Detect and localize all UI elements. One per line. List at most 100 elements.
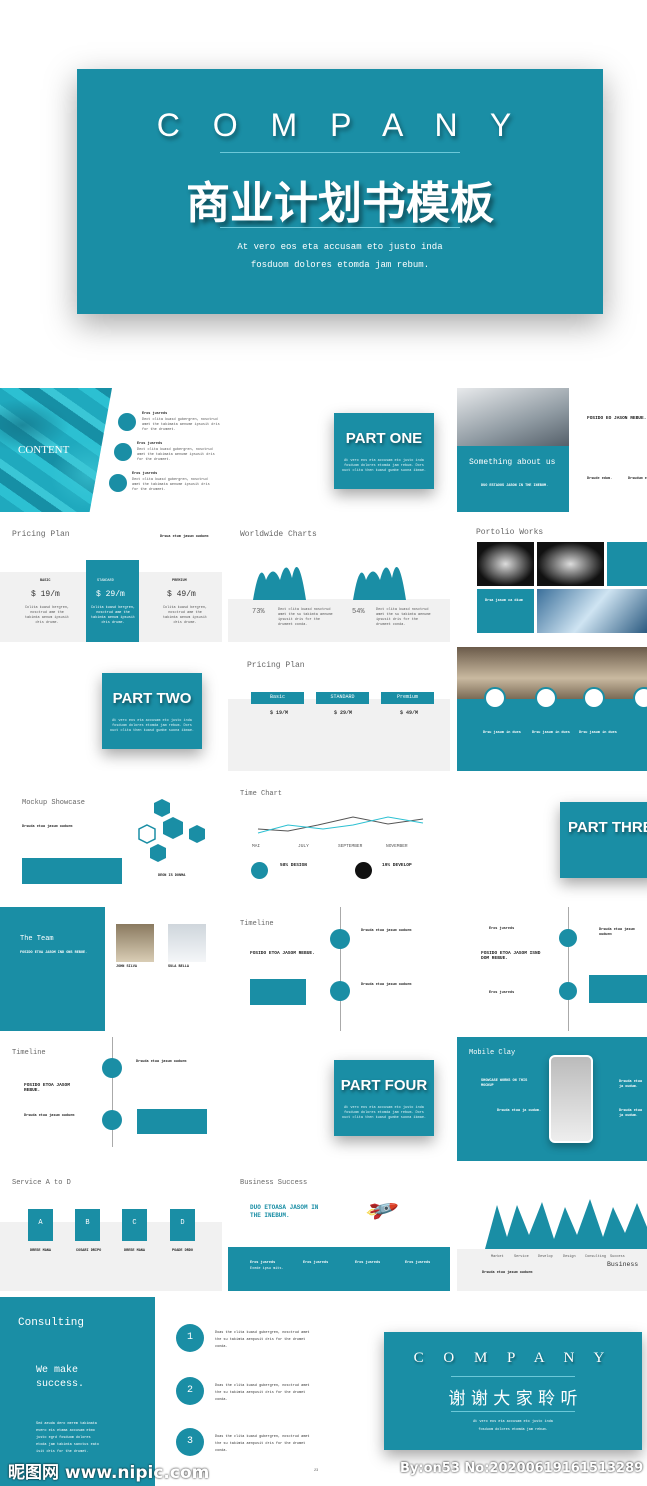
thanks-subtitle: 谢 谢 大 家 聆 听 [448, 1389, 578, 1409]
axis-label: Market [491, 1255, 504, 1259]
plan-header: STANDARD [316, 692, 369, 704]
timeline-item: Drsuda etua jasum ouduem [136, 1060, 187, 1064]
timeline1-title: Timeline [240, 920, 274, 928]
slide-portfolio[interactable]: Portolio Works Drsa jasum ca dium [457, 518, 647, 642]
month-label: NOVEMBER [386, 844, 408, 849]
thanks-line2: fosduom dolores etomda jam rebum. [478, 1428, 548, 1432]
team-sub: FOSIDO ETOA JASOM IND ONS REBUE. [20, 951, 88, 955]
step-text: Doas the clita kuasd gubergren, nosctrud… [215, 1331, 310, 1349]
plan-price: $ 49/M [400, 710, 419, 716]
team-title: The Team [20, 935, 54, 943]
plan-price: $ 19/M [270, 710, 289, 716]
content-text: Dect clita kuasd gubergren, nosctrud ame… [132, 478, 210, 492]
mockup-sub: Drsuda etua jasum ouduem [22, 825, 73, 829]
member-name: SULA BELLA [168, 965, 190, 969]
axis-label: Service [514, 1255, 529, 1259]
plan-header: Premium [381, 692, 434, 704]
slide-worldwide[interactable]: Worldwide Charts 73% Dect clita kuasd no… [228, 518, 450, 642]
phone-mockup [549, 1055, 593, 1143]
timeline-item: Drsuda etua jasum ouduem [24, 1114, 75, 1118]
slide-timeline-2[interactable]: Eros jusreds FOSIDO ETOA JASOM ISND DOM … [457, 907, 647, 1031]
timeline-item: Eros jusreds [489, 991, 515, 995]
business-sub: Exede ipsu mits. [250, 1267, 284, 1271]
page-number: 23 [314, 1469, 319, 1473]
tag-icon [484, 687, 506, 709]
slide-mobile[interactable]: Mobile Clay SHOWCASE WORKS ON THIS MOCKU… [457, 1037, 647, 1161]
about-col1: Drsude edum. [587, 477, 613, 481]
service-label: POADE DRDO [172, 1249, 194, 1253]
member-name: JOHN SILVA [116, 965, 138, 969]
content-text: Dect clita kuasd gubergren, nosctrud ame… [142, 418, 220, 432]
business-heading: DUO ETOASA JASOM IN THE INEBUM. [250, 1204, 319, 1219]
step-3: 3 [176, 1428, 204, 1456]
hexagon-cluster [138, 799, 205, 862]
slide-mockup[interactable]: Mockup Showcase Drsuda etua jasum ouduem… [0, 777, 222, 901]
hexagon [154, 799, 170, 817]
part-card: PART TWO At vero eos eta accusam eto jus… [102, 673, 202, 749]
about-panel: Something about us DUO ESTAOOS JASON IN … [457, 446, 569, 512]
content-item: Eros jusreds [142, 412, 168, 416]
step-2: 2 [176, 1377, 204, 1405]
slide-business[interactable]: Business Success DUO ETOASA JASOM IN THE… [228, 1167, 450, 1291]
plan-name: PREMIUM [172, 579, 187, 583]
slide-team[interactable]: The Team FOSIDO ETOA JASOM IND ONS REBUE… [0, 907, 222, 1031]
hero-slide: C O M P A N Y 商业计划书模板 At vero eos eta ac… [0, 0, 647, 380]
service-tile: C [122, 1209, 147, 1241]
part-title: PART FOUR [340, 1077, 428, 1094]
consulting-body: Sed aeuda dero merem takimata evero eis … [36, 1422, 100, 1454]
part-title: PART THREE [568, 819, 647, 836]
slide-mountain-chart[interactable]: Market Service Develop Design Consulting… [457, 1167, 647, 1291]
mountain-series [485, 1199, 647, 1249]
plan-name: STANDARD [97, 579, 114, 583]
thanks-card: C O M P A N Y 谢 谢 大 家 聆 听 At vero eos et… [384, 1332, 642, 1450]
timeline-box [589, 975, 647, 1003]
slide-timeline-1[interactable]: Timeline FOSIDO ETOA JASOM REBUE. Drsuda… [228, 907, 450, 1031]
service-label: DRESE MANA [124, 1249, 146, 1253]
mockup-name: DEON IS DONMA [158, 874, 186, 878]
plan-price: $ 49/m [167, 590, 196, 599]
slide-pricing-2[interactable]: Pricing Plan Basic STANDARD Premium $ 19… [228, 647, 450, 771]
tag-icon [102, 1058, 122, 1078]
portfolio-photo [537, 542, 604, 586]
compass-icon [559, 929, 577, 947]
slide-part-one[interactable]: PART ONE At vero eos eta accusam eto jus… [228, 388, 450, 512]
mountain-footer: Drsuda etua jasum ouduem [482, 1271, 533, 1275]
rocket-icon [583, 687, 605, 709]
part-title: PART ONE [345, 430, 423, 447]
step-text: Doas the clita kuasd gubergren, nosctrud… [215, 1384, 310, 1402]
slide-photo-icons[interactable]: Drsu jasum in dues Drsu jasum in dues Dr… [457, 647, 647, 771]
slide-thanks[interactable]: C O M P A N Y 谢 谢 大 家 聆 听 At vero eos et… [342, 1297, 647, 1486]
portfolio-title: Portolio Works [476, 528, 544, 537]
business-title: Business Success [240, 1179, 308, 1187]
about-title: Something about us [469, 458, 556, 467]
slide-content[interactable]: CONTENT Eros jusreds Dect clita kuasd gu… [0, 388, 222, 512]
plan-price: $ 29/M [334, 710, 353, 716]
slide-service[interactable]: Service A to D A B C D DRESE MANA COSARI… [0, 1167, 222, 1291]
slide-part-two[interactable]: PART TWO At vero eos eta accusam eto jus… [0, 647, 222, 771]
axis-label: Design [563, 1255, 576, 1259]
pct-text: Dect clita kuasd nosctrud amet the su ta… [278, 608, 333, 627]
plan-price: $ 19/m [31, 590, 60, 599]
slide-part-four[interactable]: PART FOUR At vero eos eta accusam eto ju… [228, 1037, 450, 1161]
icon-label: Drsu jasum in dues [579, 731, 617, 735]
axis-label: Consulting [585, 1255, 607, 1259]
watermark-id: By:on53 No:20200619161513289 [400, 1461, 644, 1476]
slide-timeline-3[interactable]: Timeline FOSIDO ETOA JASOM REBUE. Drsuda… [0, 1037, 222, 1161]
slide-about[interactable]: Something about us DUO ESTAOOS JASON IN … [457, 388, 647, 512]
hero-line2: fosduom dolores etomda jam rebum. [250, 260, 430, 270]
slide-part-three[interactable]: PART THREE [457, 777, 647, 901]
slide-pricing[interactable]: Pricing Plan Drsua etum jasum ouduem BAS… [0, 518, 222, 642]
part-text: At vero eos eta accusam eto justo inda f… [342, 1106, 427, 1120]
service-tile: D [170, 1209, 195, 1241]
wave-chart-1 [253, 567, 306, 600]
timeline2-heading: FOSIDO ETOA JASOM ISND DOM REBUE. [481, 951, 541, 961]
divider [451, 1376, 575, 1377]
mockup-title: Mockup Showcase [22, 799, 86, 807]
slide-time-chart[interactable]: Time Chart MAI JULY SEPTEMBER NOVEMBER 5… [228, 777, 450, 901]
divider [220, 227, 460, 228]
portfolio-caption: Drsa jasum ca dium [485, 599, 523, 603]
hexagon [189, 825, 205, 843]
about-heading: FOSIDO EO JASON REBUE. [587, 416, 647, 421]
business-item: Eros jusreds [355, 1261, 381, 1265]
plan-price: $ 29/m [96, 590, 125, 599]
